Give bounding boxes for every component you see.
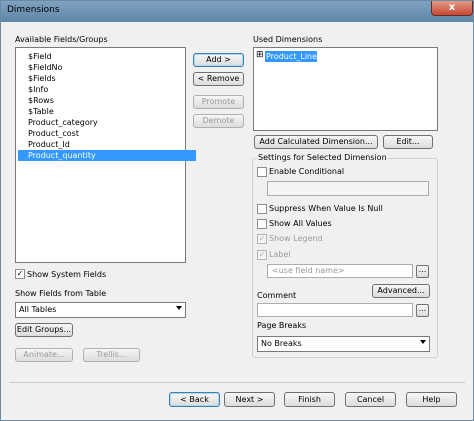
comment-expression-button[interactable]: ... bbox=[416, 304, 429, 317]
show-all-values-label: Show All Values bbox=[269, 219, 332, 228]
chevron-down-icon bbox=[420, 340, 426, 344]
demote-button[interactable]: Demote bbox=[193, 114, 244, 128]
show-legend-checkbox[interactable]: ✓ bbox=[257, 234, 267, 244]
available-fields-list[interactable]: $Field $FieldNo $Fields $Info $Rows $Tab… bbox=[15, 47, 196, 263]
edit-groups-button[interactable]: Edit Groups... bbox=[15, 323, 73, 337]
enable-conditional-label: Enable Conditional bbox=[269, 167, 345, 176]
label-input[interactable]: <use field name> bbox=[267, 264, 413, 278]
list-item[interactable]: $Rows bbox=[28, 95, 54, 106]
finish-button[interactable]: Finish bbox=[284, 392, 335, 407]
separator bbox=[9, 382, 465, 383]
label-expression-button[interactable]: ... bbox=[416, 265, 429, 278]
cancel-button[interactable]: Cancel bbox=[345, 392, 396, 407]
show-legend-label: Show Legend bbox=[269, 234, 323, 243]
label-checkbox-label: Label bbox=[269, 250, 291, 259]
remove-button[interactable]: < Remove bbox=[193, 72, 244, 86]
advanced-button[interactable]: Advanced... bbox=[372, 284, 430, 298]
comment-label: Comment bbox=[257, 291, 297, 300]
enable-conditional-checkbox[interactable] bbox=[257, 167, 267, 177]
list-item[interactable]: Product_Id bbox=[28, 139, 70, 150]
list-item-selected[interactable]: Product_quantity bbox=[18, 150, 196, 161]
comment-input[interactable] bbox=[257, 303, 413, 317]
back-button[interactable]: < Back bbox=[169, 392, 220, 407]
next-button[interactable]: Next > bbox=[224, 392, 275, 407]
show-system-fields-label: Show System Fields bbox=[27, 270, 107, 279]
settings-group-label: Settings for Selected Dimension bbox=[257, 153, 388, 162]
show-fields-from-table-label: Show Fields from Table bbox=[15, 289, 107, 298]
animate-button[interactable]: Animate... bbox=[15, 348, 73, 362]
add-calculated-dimension-button[interactable]: Add Calculated Dimension... bbox=[254, 135, 378, 149]
suppress-null-checkbox[interactable] bbox=[257, 204, 267, 214]
list-item[interactable]: $Table bbox=[28, 106, 54, 117]
suppress-null-label: Suppress When Value Is Null bbox=[269, 204, 383, 213]
page-breaks-label: Page Breaks bbox=[257, 321, 307, 330]
label-checkbox[interactable]: ✓ bbox=[257, 250, 267, 260]
help-button[interactable]: Help bbox=[406, 392, 457, 407]
add-button[interactable]: Add > bbox=[193, 53, 244, 67]
edit-button[interactable]: Edit... bbox=[383, 135, 433, 149]
title-bar[interactable]: Dimensions x bbox=[1, 1, 473, 22]
trellis-button[interactable]: Trellis... bbox=[83, 348, 140, 362]
list-item[interactable]: $FieldNo bbox=[28, 62, 62, 73]
promote-button[interactable]: Promote bbox=[193, 95, 244, 109]
list-item[interactable]: Product_cost bbox=[28, 128, 79, 139]
close-button[interactable]: x bbox=[431, 1, 473, 16]
used-item-selected[interactable]: Product_Line bbox=[265, 51, 317, 62]
show-all-values-checkbox[interactable] bbox=[257, 219, 267, 229]
used-dimensions-label: Used Dimensions bbox=[253, 35, 323, 44]
table-select-value: All Tables bbox=[19, 305, 57, 314]
expand-icon[interactable]: ⊞ bbox=[256, 51, 264, 60]
chevron-down-icon bbox=[176, 306, 182, 310]
list-item[interactable]: $Info bbox=[28, 84, 48, 95]
used-dimensions-list[interactable]: ⊞ Product_Line bbox=[253, 47, 438, 131]
list-item[interactable]: $Fields bbox=[28, 73, 56, 84]
page-breaks-value: No Breaks bbox=[261, 339, 302, 348]
table-select[interactable]: All Tables bbox=[15, 302, 186, 318]
window-title: Dimensions bbox=[7, 5, 60, 15]
dimensions-dialog: Dimensions x Available Fields/Groups $Fi… bbox=[0, 0, 474, 421]
available-fields-label: Available Fields/Groups bbox=[15, 35, 108, 44]
conditional-expression-field[interactable] bbox=[267, 181, 429, 196]
show-system-fields-checkbox[interactable]: ✓ bbox=[15, 269, 25, 279]
list-item[interactable]: $Field bbox=[28, 51, 52, 62]
list-item[interactable]: Product_category bbox=[28, 117, 98, 128]
page-breaks-select[interactable]: No Breaks bbox=[257, 336, 430, 352]
